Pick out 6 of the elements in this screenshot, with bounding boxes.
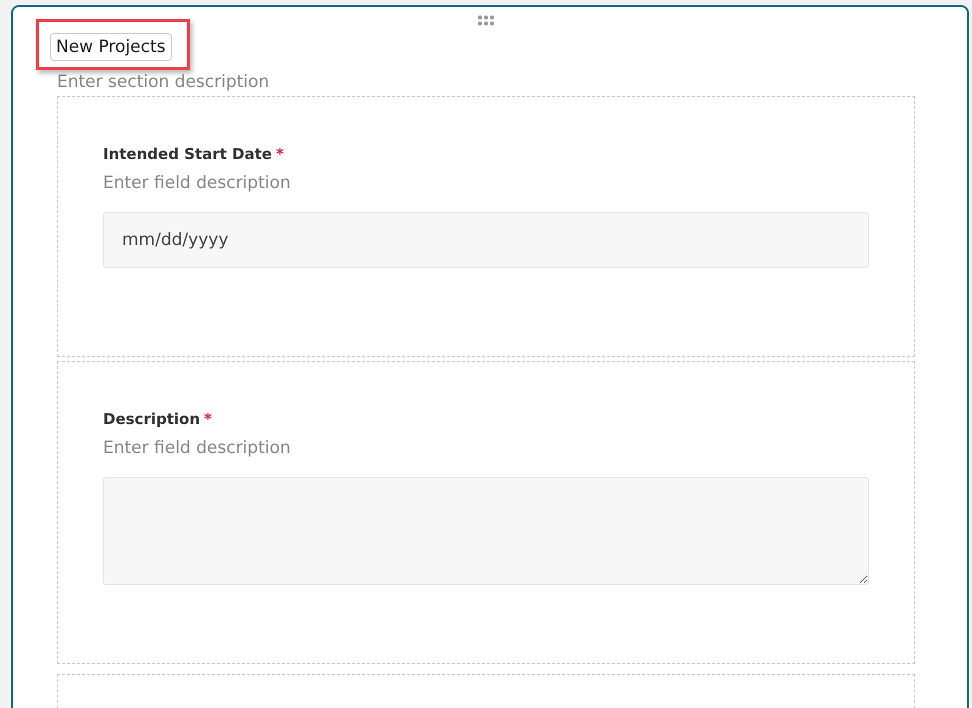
- drag-handle-icon[interactable]: [477, 15, 495, 26]
- field-label: Intended Start Date *: [103, 145, 285, 163]
- date-input-field[interactable]: mm/dd/yyyy: [103, 212, 869, 268]
- text-area-field[interactable]: [103, 477, 869, 585]
- field-label: Description *: [103, 410, 213, 428]
- section-title[interactable]: New Projects: [50, 33, 172, 61]
